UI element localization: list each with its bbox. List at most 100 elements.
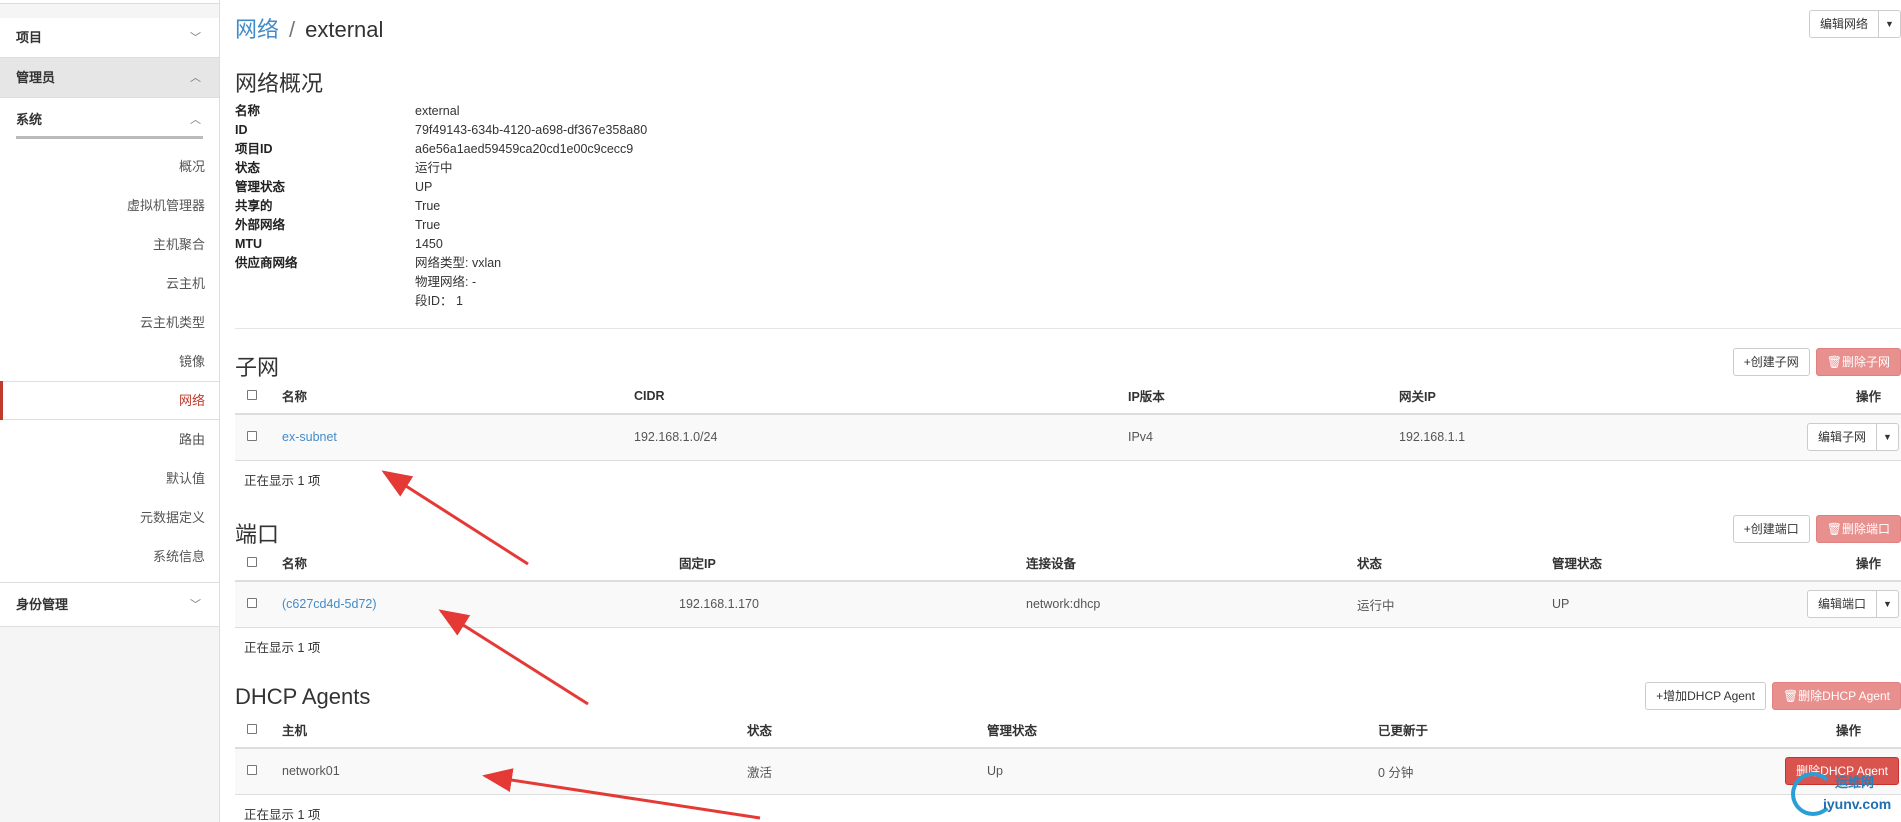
delete-dhcp-agent-toolbar-button[interactable]: 🗑删除DHCP Agent: [1771, 682, 1901, 710]
overview-value: 运行中: [415, 161, 453, 175]
table-cell: 编辑端口 ▼: [1801, 581, 1901, 628]
delete-agent-label: 删除DHCP Agent: [1798, 689, 1890, 703]
agents-count: 正在显示 1 项: [244, 808, 321, 822]
table-row: (c627cd4d-5d72) 192.168.1.170 network:dh…: [235, 581, 1901, 628]
sidebar-item-instances[interactable]: 云主机: [0, 264, 219, 303]
overview-row: 段ID： 1: [235, 292, 1035, 311]
column-header[interactable]: IP版本: [1128, 378, 1399, 415]
row-select-cell: [235, 414, 282, 461]
sidebar-item-images[interactable]: 镜像: [0, 342, 219, 381]
add-dhcp-agent-button[interactable]: +增加DHCP Agent: [1645, 682, 1766, 710]
column-header[interactable]: 状态: [747, 712, 987, 749]
agents-table: 主机 状态 管理状态 已更新于 操作 network01 激活 Up 0 分钟 …: [235, 712, 1901, 795]
overview-key: 外部网络: [235, 218, 286, 232]
column-header[interactable]: 连接设备: [1026, 545, 1357, 582]
subnets-actions: +创建子网 🗑删除子网: [1732, 348, 1901, 376]
column-header[interactable]: 固定IP: [679, 545, 1026, 582]
overview-key: 管理状态: [235, 180, 286, 194]
column-header[interactable]: 管理状态: [1552, 545, 1801, 582]
select-all-checkbox[interactable]: [247, 723, 257, 734]
overview-key: [235, 292, 415, 311]
sidebar-item-hypervisors[interactable]: 虚拟机管理器: [0, 186, 219, 225]
column-header[interactable]: 状态: [1357, 545, 1552, 582]
table-cell: 0 分钟: [1378, 748, 1771, 795]
caret-down-icon[interactable]: ▼: [1879, 10, 1901, 38]
column-header[interactable]: CIDR: [634, 378, 1128, 415]
table-cell: Up: [987, 748, 1378, 795]
overview-value: True: [415, 218, 441, 232]
edit-subnet-button[interactable]: 编辑子网: [1806, 423, 1877, 452]
table-cell: 运行中: [1357, 581, 1552, 628]
caret-down-icon[interactable]: ▼: [1877, 423, 1899, 452]
row-checkbox[interactable]: [247, 598, 257, 609]
trash-icon: 🗑: [1826, 522, 1842, 536]
trash-icon: 🗑: [1782, 689, 1799, 703]
sidebar-items: 概况 虚拟机管理器 主机聚合 云主机 云主机类型 镜像 网络 路由 默认值 元数…: [0, 139, 219, 583]
select-all-checkbox[interactable]: [247, 389, 257, 400]
chevron-up-icon: ︿: [190, 72, 201, 84]
trash-icon: 🗑: [1826, 355, 1842, 369]
sidebar-item-defaults[interactable]: 默认值: [0, 459, 219, 498]
overview-key: 名称: [235, 104, 261, 118]
column-header[interactable]: 已更新于: [1378, 712, 1771, 749]
table-row: ex-subnet 192.168.1.0/24 IPv4 192.168.1.…: [235, 414, 1901, 461]
caret-down-icon[interactable]: ▼: [1877, 590, 1899, 619]
overview-row: 共享的 True: [235, 197, 1035, 216]
delete-port-button[interactable]: 🗑删除端口: [1815, 515, 1901, 543]
table-cell: 激活: [747, 748, 987, 795]
column-header: 操作: [1801, 378, 1901, 415]
table-cell: ex-subnet: [282, 414, 634, 461]
ports-count: 正在显示 1 项: [244, 641, 321, 655]
subnets-count: 正在显示 1 项: [244, 474, 321, 488]
watermark-logo: 运维网 iyunv.com: [1787, 760, 1897, 820]
sidebar-item-system-info[interactable]: 系统信息: [0, 537, 219, 576]
sidebar-panel-identity[interactable]: 身份管理 ﹀: [0, 583, 219, 627]
sidebar-item-host-aggregates[interactable]: 主机聚合: [0, 225, 219, 264]
sidebar-item-overview[interactable]: 概况: [0, 147, 219, 186]
overview-row: MTU 1450: [235, 235, 1035, 254]
column-header[interactable]: 名称: [282, 545, 679, 582]
sidebar-item-routers[interactable]: 路由: [0, 420, 219, 459]
agents-title: DHCP Agents: [235, 684, 371, 709]
chevron-down-icon: ﹀: [190, 599, 201, 611]
sidebar-panel-project[interactable]: 项目 ﹀: [0, 18, 219, 58]
column-header[interactable]: 主机: [282, 712, 747, 749]
delete-subnet-button[interactable]: 🗑删除子网: [1815, 348, 1901, 376]
select-all-checkbox[interactable]: [247, 556, 257, 567]
table-row: network01 激活 Up 0 分钟 删除DHCP Agent: [235, 748, 1901, 795]
column-header[interactable]: 名称: [282, 378, 634, 415]
ports-table: 名称 固定IP 连接设备 状态 管理状态 操作 (c627cd4d-5d72) …: [235, 545, 1901, 628]
breadcrumb: 网络 / external: [235, 12, 383, 44]
row-select-cell: [235, 581, 282, 628]
edit-port-button[interactable]: 编辑端口: [1806, 590, 1877, 619]
overview-value: 段ID： 1: [415, 294, 463, 308]
breadcrumb-separator: /: [289, 17, 296, 42]
table-cell: 192.168.1.1: [1399, 414, 1801, 461]
table-cell: 192.168.1.170: [679, 581, 1026, 628]
sidebar-item-metadata[interactable]: 元数据定义: [0, 498, 219, 537]
create-port-button[interactable]: +创建端口: [1732, 515, 1810, 543]
select-all-cell: [235, 378, 282, 415]
sidebar-panel-admin[interactable]: 管理员 ︿: [0, 58, 219, 98]
sidebar-item-flavors[interactable]: 云主机类型: [0, 303, 219, 342]
table-cell: 192.168.1.0/24: [634, 414, 1128, 461]
overview-key: ID: [235, 123, 248, 137]
sidebar-item-networks[interactable]: 网络: [0, 381, 219, 420]
select-all-cell: [235, 712, 282, 749]
breadcrumb-current: external: [305, 17, 384, 42]
chevron-up-icon: ︿: [190, 114, 201, 126]
overview-value: True: [415, 199, 441, 213]
port-name-link[interactable]: (c627cd4d-5d72): [282, 597, 377, 611]
column-header[interactable]: 网关IP: [1399, 378, 1801, 415]
subnet-name-link[interactable]: ex-subnet: [282, 430, 337, 444]
watermark-top: 运维网: [1835, 775, 1875, 790]
breadcrumb-networks-link[interactable]: 网络: [235, 17, 279, 42]
edit-network-button[interactable]: 编辑网络: [1808, 10, 1879, 38]
create-subnet-button[interactable]: +创建子网: [1732, 348, 1810, 376]
table-cell: 编辑子网 ▼: [1801, 414, 1901, 461]
row-checkbox[interactable]: [247, 765, 257, 776]
row-checkbox[interactable]: [247, 431, 257, 442]
column-header[interactable]: 管理状态: [987, 712, 1378, 749]
watermark-bottom: iyunv.com: [1823, 796, 1892, 812]
overview-row: 管理状态 UP: [235, 178, 1035, 197]
